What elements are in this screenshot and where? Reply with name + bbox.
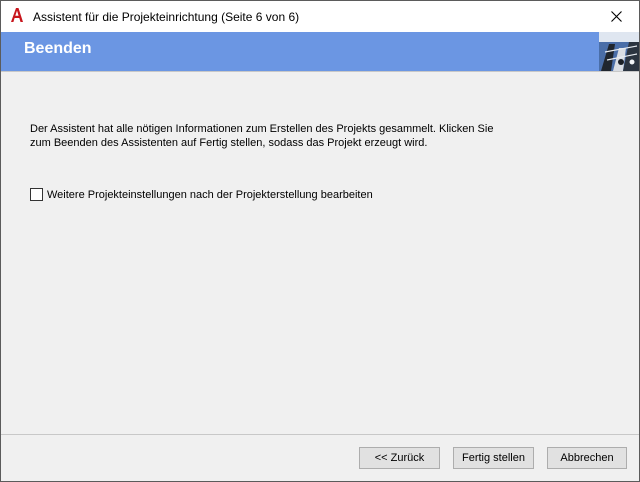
autocad-a-icon — [11, 8, 23, 22]
footer-divider — [1, 434, 639, 435]
description-text: Der Assistent hat alle nötigen Informati… — [30, 122, 550, 150]
edit-settings-label[interactable]: Weitere Projekteinstellungen nach der Pr… — [47, 189, 373, 201]
close-button[interactable] — [593, 1, 639, 32]
page-title: Beenden — [24, 40, 92, 57]
edit-settings-checkbox[interactable] — [30, 188, 43, 201]
back-button[interactable]: << Zurück — [359, 447, 440, 469]
cancel-button[interactable]: Abbrechen — [547, 447, 627, 469]
close-icon — [610, 11, 622, 22]
header-image — [599, 32, 639, 71]
finish-button[interactable]: Fertig stellen — [453, 447, 534, 469]
wizard-window: Assistent für die Projekteinrichtung (Se… — [0, 0, 640, 482]
title-bar[interactable]: Assistent für die Projekteinrichtung (Se… — [1, 1, 639, 32]
description-line-1: Der Assistent hat alle nötigen Informati… — [30, 123, 494, 135]
header-banner: Beenden — [1, 32, 639, 71]
window-title: Assistent für die Projekteinrichtung (Se… — [33, 10, 300, 24]
banner-divider — [1, 71, 639, 72]
description-line-2: zum Beenden des Assistenten auf Fertig s… — [30, 137, 428, 149]
edit-settings-option[interactable]: Weitere Projekteinstellungen nach der Pr… — [30, 188, 373, 201]
